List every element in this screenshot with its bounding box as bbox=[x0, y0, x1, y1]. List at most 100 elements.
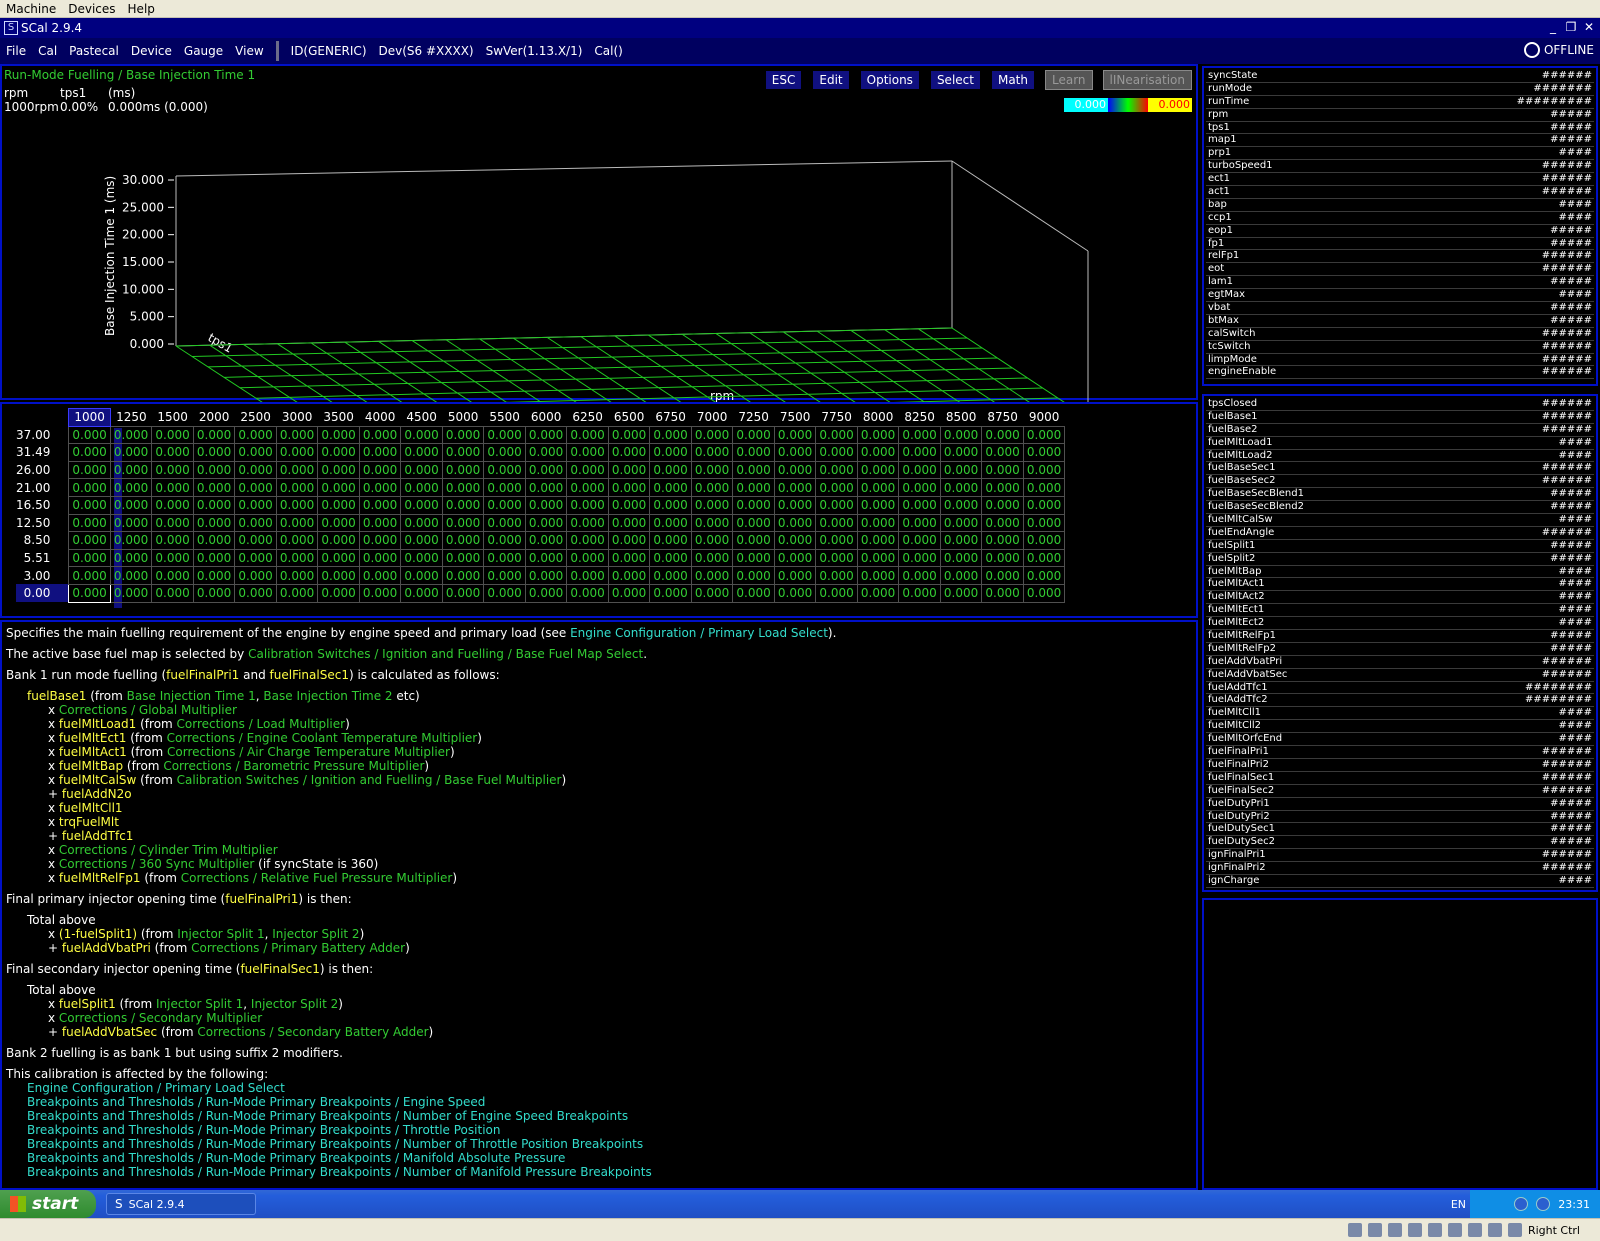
table-cell[interactable]: 0.000 bbox=[317, 566, 360, 585]
table-cell[interactable]: 0.000 bbox=[607, 531, 651, 550]
watch-row[interactable]: bap #### bbox=[1206, 199, 1594, 212]
help-link[interactable]: Corrections / Secondary Multiplier bbox=[59, 1011, 262, 1025]
table-cell[interactable]: 0.000 bbox=[275, 443, 319, 462]
menu-cal[interactable]: Cal bbox=[32, 44, 63, 58]
column-header[interactable]: 7250 bbox=[733, 409, 775, 427]
edit-button[interactable]: Edit bbox=[812, 70, 850, 90]
table-cell[interactable]: 0.000 bbox=[649, 425, 692, 445]
table-cell[interactable]: 0.000 bbox=[151, 495, 194, 515]
table-cell[interactable]: 0.000 bbox=[483, 460, 526, 480]
table-cell[interactable]: 0.000 bbox=[649, 513, 692, 533]
table-cell[interactable]: 0.000 bbox=[981, 548, 1024, 568]
close-icon[interactable]: ✕ bbox=[1582, 20, 1596, 34]
link-base-fuel-map-select[interactable]: Calibration Switches / Ignition and Fuel… bbox=[248, 647, 643, 661]
table-cell[interactable]: 0.000 bbox=[1022, 531, 1066, 550]
help-link[interactable]: Calibration Switches / Ignition and Fuel… bbox=[177, 773, 562, 787]
table-cell[interactable]: 0.000 bbox=[690, 548, 734, 568]
watch-row[interactable]: ccp1 #### bbox=[1206, 212, 1594, 225]
table-cell[interactable]: 0.000 bbox=[939, 495, 983, 515]
row-header[interactable]: 3.00 bbox=[16, 567, 69, 585]
table-cell[interactable]: 0.000 bbox=[234, 548, 277, 568]
table-cell[interactable]: 0.000 bbox=[109, 478, 153, 497]
table-cell[interactable]: 0.000 bbox=[856, 583, 900, 603]
watch-row[interactable]: fuelAddTfc1 ######## bbox=[1206, 682, 1594, 695]
table-cell[interactable]: 0.000 bbox=[898, 460, 941, 480]
table-cell[interactable]: 0.000 bbox=[690, 495, 734, 515]
table-cell[interactable]: 0.000 bbox=[441, 583, 485, 603]
watch-row[interactable]: fuelFinalPri2 ###### bbox=[1206, 759, 1594, 772]
table-cell[interactable]: 0.000 bbox=[856, 566, 900, 585]
watch-row[interactable]: map1 ##### bbox=[1206, 134, 1594, 148]
table-cell[interactable]: 0.000 bbox=[690, 443, 734, 462]
table-cell[interactable]: 0.000 bbox=[732, 583, 775, 603]
table-cell[interactable]: 0.000 bbox=[607, 583, 651, 603]
table-cell[interactable]: 0.000 bbox=[566, 566, 609, 585]
table-cell[interactable]: 0.000 bbox=[815, 443, 858, 462]
row-header[interactable]: 21.00 bbox=[16, 479, 69, 497]
table-cell[interactable]: 0.000 bbox=[856, 425, 900, 445]
table-cell[interactable]: 0.000 bbox=[234, 478, 277, 497]
watch-row[interactable]: egtMax #### bbox=[1206, 289, 1594, 303]
table-cell[interactable]: 0.000 bbox=[856, 443, 900, 462]
help-link[interactable]: Corrections / Engine Coolant Temperature… bbox=[167, 731, 478, 745]
table-cell[interactable]: 0.000 bbox=[649, 495, 692, 515]
watch-row[interactable]: lam1 ##### bbox=[1206, 276, 1594, 290]
watch-row[interactable]: ignFinalPri1 ###### bbox=[1206, 849, 1594, 863]
watch-row[interactable]: fuelMltLoad2 #### bbox=[1206, 450, 1594, 463]
table-cell[interactable]: 0.000 bbox=[815, 478, 858, 497]
table-cell[interactable]: 0.000 bbox=[732, 513, 775, 533]
display-icon[interactable] bbox=[1467, 1223, 1482, 1237]
table-cell[interactable]: 0.000 bbox=[400, 513, 443, 533]
table-cell[interactable]: 0.000 bbox=[815, 513, 858, 533]
table-cell[interactable]: 0.000 bbox=[109, 460, 153, 480]
row-header[interactable]: 31.49 bbox=[16, 444, 69, 462]
table-cell[interactable]: 0.000 bbox=[441, 513, 485, 533]
watch-row[interactable]: prp1 #### bbox=[1206, 147, 1594, 161]
table-cell[interactable]: 0.000 bbox=[151, 478, 194, 497]
help-link[interactable]: Corrections / Load Multiplier bbox=[177, 717, 346, 731]
table-cell[interactable]: 0.000 bbox=[68, 548, 111, 568]
link-base-injection-1[interactable]: Base Injection Time 1 bbox=[127, 689, 256, 703]
help-link[interactable]: Injector Split 1 bbox=[177, 927, 264, 941]
column-header[interactable]: 8500 bbox=[940, 409, 982, 427]
table-cell[interactable]: 0.000 bbox=[192, 443, 236, 462]
table-cell[interactable]: 0.000 bbox=[68, 460, 111, 480]
column-header[interactable]: 9000 bbox=[1023, 409, 1065, 427]
table-cell[interactable]: 0.000 bbox=[981, 583, 1024, 603]
help-link[interactable]: Corrections / Barometric Pressure Multip… bbox=[163, 759, 424, 773]
affected-link[interactable]: Breakpoints and Thresholds / Run-Mode Pr… bbox=[27, 1123, 1186, 1137]
column-header[interactable]: 6000 bbox=[525, 409, 567, 427]
table-cell[interactable]: 0.000 bbox=[1022, 513, 1066, 533]
surface-plot[interactable]: 30.000 25.000 20.000 15.000 10.000 5.000 0.000… bbox=[2, 106, 1192, 402]
table-cell[interactable]: 0.000 bbox=[109, 548, 153, 568]
table-cell[interactable]: 0.000 bbox=[939, 531, 983, 550]
watch-row[interactable]: tcSwitch ###### bbox=[1206, 341, 1594, 354]
table-cell[interactable]: 0.000 bbox=[815, 548, 858, 568]
watch-row[interactable]: calSwitch ###### bbox=[1206, 328, 1594, 341]
table-cell[interactable]: 0.000 bbox=[690, 531, 734, 550]
table-cell[interactable]: 0.000 bbox=[483, 548, 526, 568]
table-cell[interactable]: 0.000 bbox=[856, 513, 900, 533]
table-cell[interactable]: 0.000 bbox=[234, 583, 277, 603]
table-cell[interactable]: 0.000 bbox=[151, 548, 194, 568]
table-cell[interactable]: 0.000 bbox=[732, 531, 775, 550]
table-cell[interactable]: 0.000 bbox=[68, 478, 111, 497]
column-header[interactable]: 1000 bbox=[68, 408, 111, 427]
host-menu-machine[interactable]: Machine bbox=[0, 2, 62, 16]
affected-link[interactable]: Breakpoints and Thresholds / Run-Mode Pr… bbox=[27, 1095, 1186, 1109]
watch-row[interactable]: fuelDutyPri2 ##### bbox=[1206, 811, 1594, 824]
table-cell[interactable]: 0.000 bbox=[192, 548, 236, 568]
table-cell[interactable]: 0.000 bbox=[566, 531, 609, 550]
table-cell[interactable]: 0.000 bbox=[524, 460, 568, 480]
table-cell[interactable]: 0.000 bbox=[1022, 443, 1066, 462]
table-cell[interactable]: 0.000 bbox=[68, 495, 111, 515]
column-header[interactable]: 1500 bbox=[152, 409, 194, 427]
table-cell[interactable]: 0.000 bbox=[524, 443, 568, 462]
watch-row[interactable]: fuelBase1 ###### bbox=[1206, 411, 1594, 424]
table-cell[interactable]: 0.000 bbox=[483, 495, 526, 515]
table-cell[interactable]: 0.000 bbox=[939, 443, 983, 462]
table-cell[interactable]: 0.000 bbox=[441, 566, 485, 585]
table-cell[interactable]: 0.000 bbox=[234, 531, 277, 550]
table-cell[interactable]: 0.000 bbox=[68, 583, 111, 603]
disk-icon[interactable] bbox=[1347, 1223, 1362, 1237]
